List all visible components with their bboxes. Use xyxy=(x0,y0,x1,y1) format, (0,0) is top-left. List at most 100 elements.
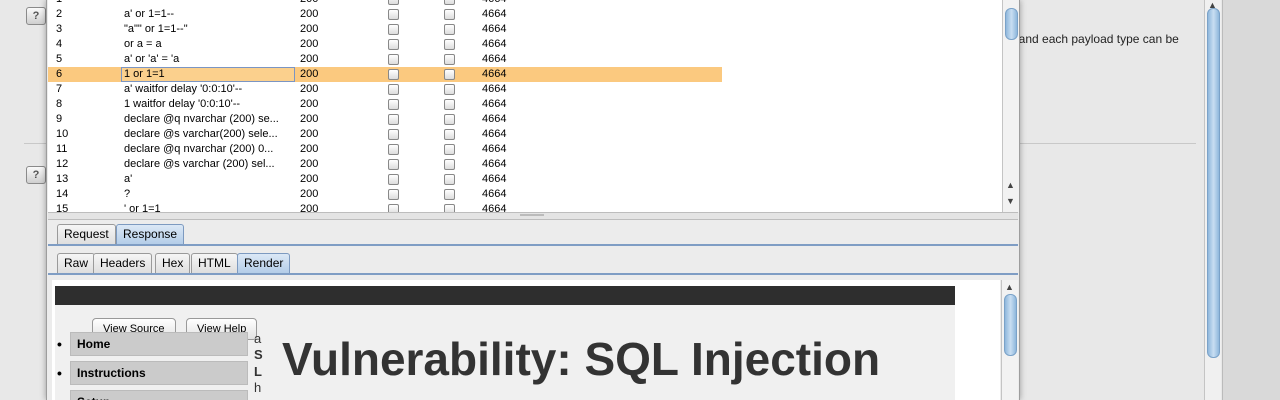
checkbox[interactable] xyxy=(388,129,399,140)
length-cell: 4664 xyxy=(482,158,507,170)
checkbox[interactable] xyxy=(388,189,399,200)
checkbox[interactable] xyxy=(444,0,455,5)
checkbox-cell xyxy=(444,204,455,212)
payload-cell: a' or 1=1-- xyxy=(124,8,175,20)
checkbox[interactable] xyxy=(444,144,455,155)
tab-hex[interactable]: Hex xyxy=(155,253,191,273)
status-cell: 200 xyxy=(300,128,319,140)
payload-cell: declare @s varchar (200) sel... xyxy=(124,158,275,170)
menu-item-instructions[interactable]: Instructions xyxy=(57,361,248,385)
status-cell: 200 xyxy=(300,83,319,95)
checkbox[interactable] xyxy=(388,204,399,212)
tab-request[interactable]: Request xyxy=(57,224,116,244)
dvwa-menu: Home Instructions Setup xyxy=(57,332,248,400)
row-number: 13 xyxy=(56,173,69,185)
help-icon[interactable]: ? xyxy=(26,7,46,25)
checkbox[interactable] xyxy=(444,39,455,50)
checkbox[interactable] xyxy=(444,69,455,80)
scrollbar-thumb[interactable] xyxy=(1004,294,1017,356)
checkbox[interactable] xyxy=(388,174,399,185)
row-number: 12 xyxy=(56,158,69,170)
status-cell: 200 xyxy=(300,203,319,212)
menu-item-setup[interactable]: Setup xyxy=(57,390,248,400)
table-row[interactable]: 10 declare @s varchar(200) sele... 200 4664 xyxy=(48,127,722,142)
checkbox[interactable] xyxy=(444,204,455,212)
table-row[interactable]: 1 200 4664 xyxy=(48,0,722,7)
checkbox[interactable] xyxy=(444,24,455,35)
splitter-grip[interactable] xyxy=(520,214,544,216)
scrollbar-thumb[interactable] xyxy=(1207,8,1220,358)
pane-splitter[interactable] xyxy=(48,212,1018,220)
table-row[interactable]: 4 or a = a 200 4664 xyxy=(48,37,722,52)
help-icon[interactable]: ? xyxy=(26,166,46,184)
table-row[interactable]: 7 a' waitfor delay '0:0:10'-- 200 4664 xyxy=(48,82,722,97)
scroll-down-icon[interactable]: ▼ xyxy=(1006,196,1015,206)
payload-cell: ? xyxy=(124,188,131,200)
tab-render[interactable]: Render xyxy=(237,253,291,273)
table-row[interactable]: 15 ' or 1=1 200 4664 xyxy=(48,202,722,212)
checkbox[interactable] xyxy=(388,9,399,20)
checkbox[interactable] xyxy=(388,39,399,50)
payload-cell: or a = a xyxy=(124,38,162,50)
checkbox[interactable] xyxy=(444,174,455,185)
status-cell: 200 xyxy=(300,38,319,50)
checkbox[interactable] xyxy=(444,189,455,200)
table-row[interactable]: 8 1 waitfor delay '0:0:10'-- 200 4664 xyxy=(48,97,722,112)
payload-cell: declare @q nvarchar (200) 0... xyxy=(124,143,274,155)
tab-raw[interactable]: Raw xyxy=(57,253,96,273)
checkbox[interactable] xyxy=(444,129,455,140)
render-scrollbar[interactable]: ▲ xyxy=(1001,280,1018,400)
checkbox[interactable] xyxy=(388,159,399,170)
checkbox[interactable] xyxy=(388,114,399,125)
tab-response[interactable]: Response xyxy=(116,224,185,244)
checkbox[interactable] xyxy=(444,114,455,125)
length-cell: 4664 xyxy=(482,23,507,35)
table-row[interactable]: 11 declare @q nvarchar (200) 0... 200 4664 xyxy=(48,142,722,157)
checkbox[interactable] xyxy=(388,24,399,35)
scroll-up-icon[interactable]: ▲ xyxy=(1005,282,1014,292)
table-row[interactable]: 14? 200 4664 xyxy=(48,187,722,202)
row-number: 4 xyxy=(56,38,63,50)
row-number: 5 xyxy=(56,53,63,65)
checkbox[interactable] xyxy=(444,54,455,65)
tab-headers[interactable]: Headers xyxy=(93,253,153,273)
table-row[interactable]: 13 a' 200 4664 xyxy=(48,172,722,187)
status-cell: 200 xyxy=(300,8,319,20)
row-number: 15 xyxy=(56,203,69,212)
length-cell: 4664 xyxy=(482,188,507,200)
checkbox-cell xyxy=(388,204,399,212)
checkbox[interactable] xyxy=(444,99,455,110)
checkbox[interactable] xyxy=(388,54,399,65)
checkbox[interactable] xyxy=(388,69,399,80)
table-row[interactable]: 9 declare @q nvarchar (200) se... 200 4664 xyxy=(48,112,722,127)
table-row[interactable]: 5 a' or 'a' = 'a 200 4664 xyxy=(48,52,722,67)
row-number: 9 xyxy=(56,113,63,125)
scroll-up-icon[interactable]: ▲ xyxy=(1006,180,1015,190)
rendered-response: View Source View Help HomeInstructionsSe… xyxy=(52,280,1000,400)
results-table-scrollbar[interactable]: ▲ ▼ xyxy=(1002,0,1019,212)
checkbox[interactable] xyxy=(388,99,399,110)
row-number: 2 xyxy=(56,8,63,20)
checkbox[interactable] xyxy=(388,144,399,155)
table-row[interactable]: 6 1 or 1=1 200 4664 xyxy=(48,67,722,82)
checkbox[interactable] xyxy=(444,159,455,170)
main-scrollbar[interactable]: ▲ xyxy=(1204,0,1221,400)
table-row[interactable]: 12 declare @s varchar (200) sel... 200 4664 xyxy=(48,157,722,172)
menu-item-home[interactable]: Home xyxy=(57,332,248,356)
payload-cell: declare @s varchar(200) sele... xyxy=(124,128,278,140)
checkbox[interactable] xyxy=(388,0,399,5)
length-cell: 4664 xyxy=(482,0,542,7)
row-number: 14 xyxy=(56,188,69,200)
table-row[interactable]: 2 a' or 1=1-- 200 4664 xyxy=(48,7,722,22)
payload-cell: "a"" or 1=1--" xyxy=(124,23,188,35)
dvwa-header-bar xyxy=(55,286,955,305)
checkbox[interactable] xyxy=(444,9,455,20)
tab-html[interactable]: HTML xyxy=(191,253,238,273)
checkbox[interactable] xyxy=(444,84,455,95)
table-row[interactable]: 3 "a"" or 1=1--" 200 4664 xyxy=(48,22,722,37)
status-cell: 200 xyxy=(300,173,319,185)
scrollbar-thumb[interactable] xyxy=(1005,8,1018,40)
status-cell: 200 xyxy=(300,23,319,35)
checkbox[interactable] xyxy=(388,84,399,95)
tab-underline xyxy=(48,244,1018,246)
